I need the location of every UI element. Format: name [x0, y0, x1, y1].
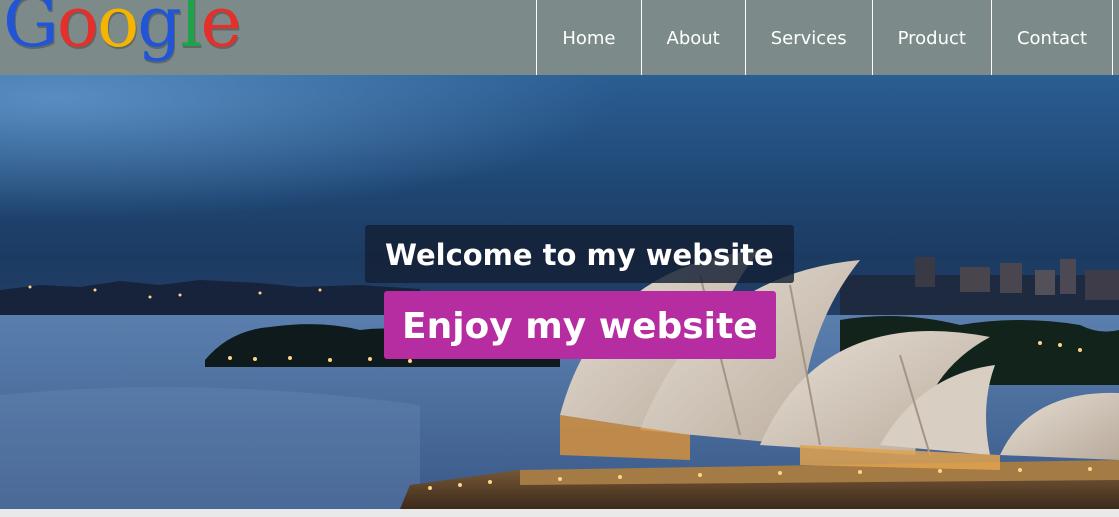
google-logo[interactable]: Google	[3, 0, 242, 63]
logo-letter: g	[137, 0, 182, 63]
logo-letter: o	[56, 0, 99, 63]
page: Google Home About Services Product Conta…	[0, 0, 1119, 517]
logo-letter: l	[180, 0, 202, 63]
nav-item-services[interactable]: Services	[746, 0, 873, 75]
logo-letter: o	[97, 0, 139, 63]
logo-letter: e	[200, 0, 241, 63]
nav-item-about[interactable]: About	[642, 0, 746, 75]
logo-letter: G	[3, 0, 59, 63]
hero-banner: Welcome to my website Enjoy my website	[0, 75, 1119, 509]
welcome-banner: Welcome to my website	[365, 225, 794, 283]
navbar: Google Home About Services Product Conta…	[0, 0, 1119, 75]
nav-item-home[interactable]: Home	[537, 0, 642, 75]
enjoy-banner: Enjoy my website	[384, 291, 776, 359]
nav-item-product[interactable]: Product	[873, 0, 992, 75]
nav-item-contact[interactable]: Contact	[992, 0, 1113, 75]
nav-menu: Home About Services Product Contact	[536, 0, 1113, 75]
page-bottom-strip	[0, 509, 1119, 517]
